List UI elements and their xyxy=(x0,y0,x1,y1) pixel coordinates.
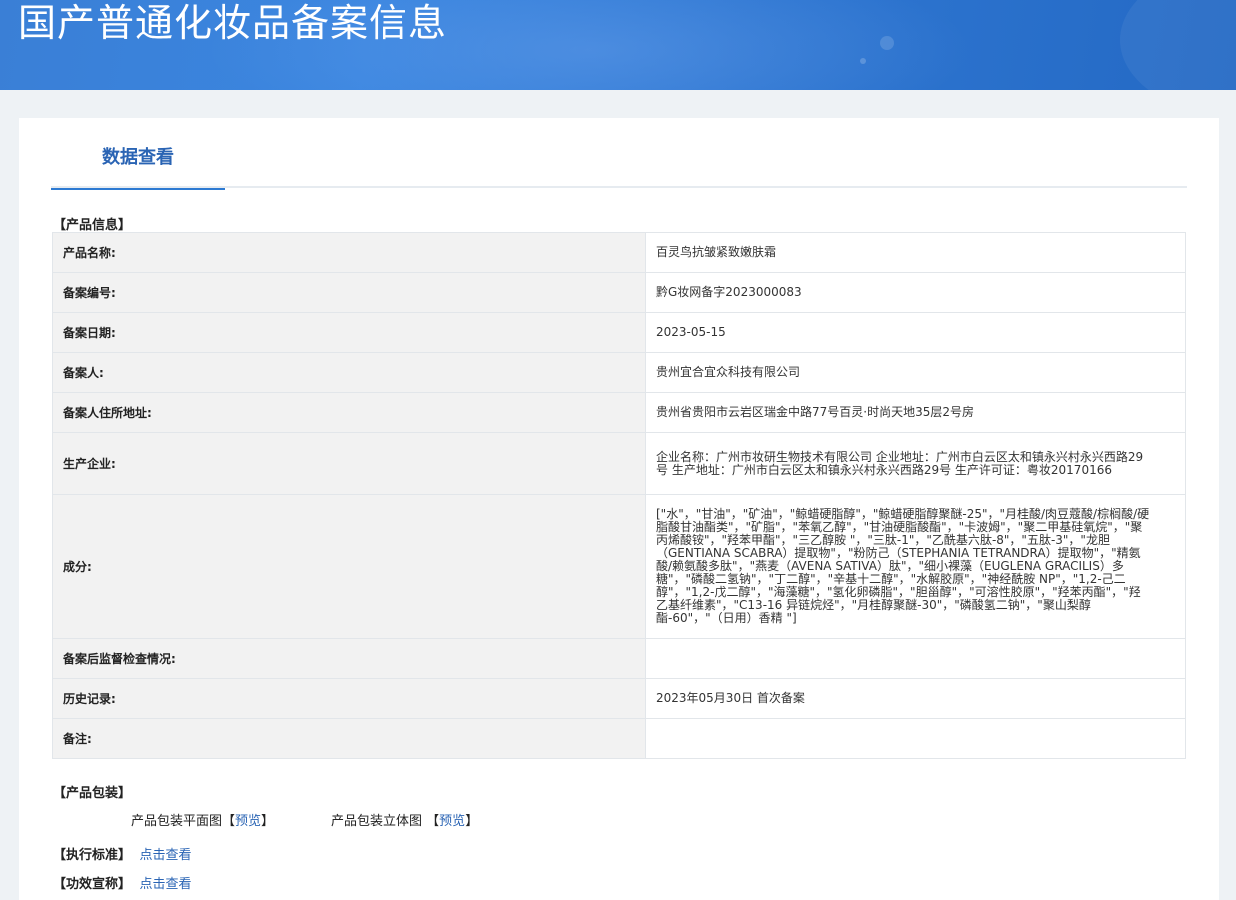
bracket: 【 xyxy=(426,814,440,829)
manufacturer-value: 企业名称：广州市妆研生物技术有限公司 企业地址：广州市白云区太和镇永兴村永兴西路… xyxy=(645,432,1186,495)
preview-flat-link[interactable]: 预览 xyxy=(235,814,261,829)
bracket: 【 xyxy=(222,814,236,829)
filing-number-value: 黔G妆网备字2023000083 xyxy=(645,272,1186,313)
table-row: 备注: xyxy=(52,718,1186,759)
row-label: 备注: xyxy=(52,718,646,759)
header-banner: 国产普通化妆品备案信息 xyxy=(0,0,1236,90)
table-row: 历史记录: 2023年05月30日 首次备案 xyxy=(52,678,1186,719)
bracket: 】 xyxy=(465,814,479,829)
row-label: 生产企业: xyxy=(52,432,646,495)
packaging-flat-label: 产品包装平面图 xyxy=(131,814,223,829)
table-row: 产品名称: 百灵鸟抗皱紧致嫩肤霜 xyxy=(52,232,1186,273)
packaging-solid-label: 产品包装立体图 xyxy=(331,814,423,829)
efficacy-heading: 【功效宣称】 xyxy=(53,877,132,892)
content-card: 数据查看 【产品信息】 产品名称: 百灵鸟抗皱紧致嫩肤霜 备案编号: 黔G妆网备… xyxy=(19,118,1219,900)
product-name-value: 百灵鸟抗皱紧致嫩肤霜 xyxy=(645,232,1186,273)
packaging-heading: 【产品包装】 xyxy=(53,786,132,801)
table-row: 成分: ["水"，"甘油"，"矿油"，"鲸蜡硬脂醇"，"鲸蜡硬脂醇聚醚-25"，… xyxy=(52,494,1186,639)
table-row: 备案日期: 2023-05-15 xyxy=(52,312,1186,353)
product-info-heading: 【产品信息】 xyxy=(53,218,132,233)
banner-decoration xyxy=(1120,0,1236,90)
efficacy-view-link[interactable]: 点击查看 xyxy=(140,877,192,892)
filing-date-value: 2023-05-15 xyxy=(645,312,1186,353)
table-row: 备案后监督检查情况: xyxy=(52,638,1186,679)
supervision-value xyxy=(645,638,1186,679)
packaging-solid-row: 产品包装立体图 【预览】 xyxy=(331,810,478,829)
row-label: 历史记录: xyxy=(52,678,646,719)
row-label: 备案编号: xyxy=(52,272,646,313)
standard-view-link[interactable]: 点击查看 xyxy=(140,848,192,863)
table-row: 备案编号: 黔G妆网备字2023000083 xyxy=(52,272,1186,313)
table-row: 备案人住所地址: 贵州省贵阳市云岩区瑞金中路77号百灵·时尚天地35层2号房 xyxy=(52,392,1186,433)
tab-label: 数据查看 xyxy=(102,147,174,168)
row-label: 备案日期: xyxy=(52,312,646,353)
row-label: 成分: xyxy=(52,494,646,639)
table-row: 生产企业: 企业名称：广州市妆研生物技术有限公司 企业地址：广州市白云区太和镇永… xyxy=(52,432,1186,495)
history-value: 2023年05月30日 首次备案 xyxy=(645,678,1186,719)
remarks-value xyxy=(645,718,1186,759)
packaging-flat-row: 产品包装平面图【预览】 xyxy=(131,810,274,829)
banner-decoration xyxy=(880,36,894,50)
table-row: 备案人: 贵州宜合宜众科技有限公司 xyxy=(52,352,1186,393)
efficacy-row: 【功效宣称】 点击查看 xyxy=(53,873,192,892)
row-label: 备案人住所地址: xyxy=(52,392,646,433)
row-label: 备案后监督检查情况: xyxy=(52,638,646,679)
preview-solid-link[interactable]: 预览 xyxy=(439,814,465,829)
product-info-table: 产品名称: 百灵鸟抗皱紧致嫩肤霜 备案编号: 黔G妆网备字2023000083 … xyxy=(52,232,1186,759)
standard-heading: 【执行标准】 xyxy=(53,848,132,863)
filer-value: 贵州宜合宜众科技有限公司 xyxy=(645,352,1186,393)
row-label: 产品名称: xyxy=(52,232,646,273)
row-label: 备案人: xyxy=(52,352,646,393)
page-title: 国产普通化妆品备案信息 xyxy=(18,1,448,45)
ingredients-value: ["水"，"甘油"，"矿油"，"鲸蜡硬脂醇"，"鲸蜡硬脂醇聚醚-25"，"月桂酸… xyxy=(645,494,1186,639)
tab-data-view[interactable]: 数据查看 xyxy=(51,118,225,190)
tab-bar: 数据查看 xyxy=(51,118,1187,190)
standard-row: 【执行标准】 点击查看 xyxy=(53,844,192,863)
banner-decoration xyxy=(860,58,866,64)
bracket: 】 xyxy=(261,814,275,829)
filer-address-value: 贵州省贵阳市云岩区瑞金中路77号百灵·时尚天地35层2号房 xyxy=(645,392,1186,433)
